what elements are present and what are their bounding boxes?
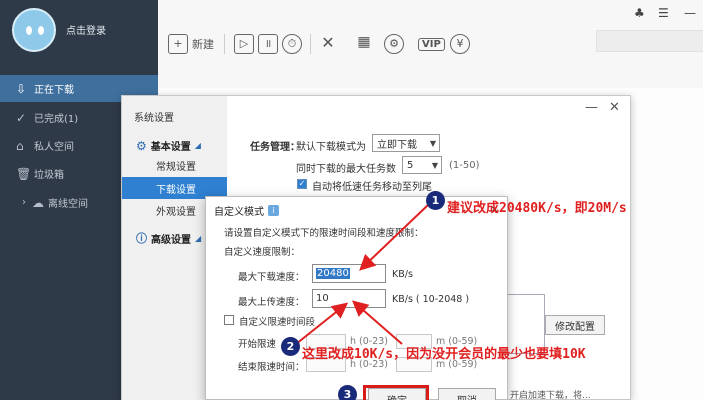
login-link[interactable]: 点击登录 [66,22,106,37]
max-download-label: 最大下载速度： [238,272,305,283]
menu-icon[interactable]: ☰ [658,6,669,20]
default-mode-select[interactable]: 立即下载 ▼ [372,134,440,152]
screenshot-stage: 点击登录 ⇩ 正在下载 ✓ 已完成(1) ⌂ 私人空间 🗑 垃圾箱 › ☁ 离线… [0,0,703,400]
button-label: 修改配置 [555,321,595,333]
annotation-badge-3: 3 [338,385,357,400]
delete-button[interactable]: ✕ [318,32,338,56]
button-label: 取消 [457,392,477,400]
start-button[interactable]: ▷ [234,32,254,56]
speed-limit-heading: 自定义速度限制： [224,247,301,258]
max-tasks-select[interactable]: 5 ▼ [402,156,442,174]
max-download-input[interactable]: 20480 [312,264,386,283]
start-time-label: 开始限速 [238,339,277,350]
custom-dialog-title: 自定义模式 i [214,203,279,218]
avatar[interactable] [12,8,56,52]
minimize-icon[interactable]: — [585,100,598,115]
settings-item-label: 常规设置 [156,161,196,173]
settings-item-label: 下载设置 [156,184,196,196]
sidebar-item-label: 正在下载 [34,85,74,96]
new-file-icon: + [168,34,188,54]
yen-icon: ¥ [450,34,470,54]
chevron-right-icon[interactable]: › [22,197,26,208]
max-upload-label: 最大上传速度： [238,297,305,308]
gear-icon: ⚙ [136,138,147,153]
gear-icon: ⚙ [384,34,404,54]
wallet-button[interactable]: ¥ [450,32,470,56]
sidebar-item-label: 已完成(1) [34,114,79,125]
input-value: 10 [316,293,329,304]
settings-button[interactable]: ⚙ [384,32,404,56]
group-label: 基本设置 [150,142,191,153]
minimize-icon[interactable]: — [684,6,696,20]
trash-icon: 🗑 [16,166,32,181]
sidebar-item-label: 私人空间 [34,142,74,153]
caret-down-icon: ◢ [194,141,201,150]
avatar-eye-icon [38,26,44,35]
delete-icon: ✕ [321,33,335,52]
time-period-label: 自定义限速时间段 [239,317,316,328]
annotation-note-2: 这里改成10K/s，因为没开会员的最少也要填10K [302,347,586,362]
chevron-down-icon: ▼ [431,160,438,170]
task-management-label: 任务管理： [250,142,300,153]
new-task-button[interactable]: + 新建 [168,32,214,56]
caret-down-icon: ◢ [195,233,202,243]
info-icon: i [268,205,279,216]
max-upload-input[interactable]: 10 [312,289,386,308]
default-mode-label: 默认下载模式为 [296,142,366,153]
select-value: 立即下载 [377,139,417,151]
check-circle-icon: ✓ [16,110,27,125]
apps-button[interactable]: ▦ [354,32,374,56]
annotation-badge-2: 2 [281,337,300,356]
toolbar-divider [310,34,311,54]
chevron-down-icon: ▼ [429,138,436,148]
clock-icon: ⏱ [282,34,302,54]
vip-badge: VIP [418,37,445,51]
pause-icon: ॥ [258,34,278,54]
toolbar: ♣ ☰ — + 新建 ▷ ॥ ⏱ ✕ ▦ ⚙ VIP ¥ [158,0,703,88]
settings-title: 系统设置 [134,113,174,124]
skin-icon[interactable]: ♣ [634,6,645,20]
new-task-label: 新建 [192,38,214,51]
annotation-badge-1: 1 [426,191,445,210]
play-icon: ▷ [234,34,254,54]
group-label: 高级设置 [151,234,191,246]
grid-icon: ▦ [357,34,371,50]
modify-config-button[interactable]: 修改配置 [545,315,605,335]
auto-move-label: 自动将低速任务移动至列尾 [312,182,432,193]
max-upload-unit: KB/s ( 10-2048 ) [392,294,470,305]
max-tasks-label: 同时下载的最大任务数 [296,164,396,175]
select-value: 5 [407,159,414,171]
custom-mode-dialog: 自定义模式 i ✕ 请设置自定义模式下的限速时间段和速度限制： 自定义速度限制：… [205,196,508,400]
pause-button[interactable]: ॥ [258,32,278,56]
input-value: 20480 [316,268,350,279]
settings-item-general[interactable]: 常规设置 [122,154,227,176]
auto-move-checkbox[interactable]: ✓ [297,179,307,189]
settings-group-basic[interactable]: ⚙ 基本设置 ◢ [136,138,201,154]
time-period-checkbox[interactable] [224,315,234,325]
speed-limit-button[interactable]: ⏱ [282,32,302,56]
lock-icon: ⌂ [16,138,24,153]
sidebar-item-label: 垃圾箱 [34,170,64,181]
search-input[interactable] [596,30,703,52]
dialog-title-text: 自定义模式 [214,207,264,218]
settings-group-advanced[interactable]: ⓘ 高级设置 ◢ [136,230,201,246]
max-tasks-range: (1-50) [449,160,480,171]
accelerate-hint: 开启加速下载，将... [510,391,591,400]
vip-button[interactable]: VIP [418,32,445,56]
close-icon[interactable]: ✕ [609,100,620,115]
download-icon: ⇩ [16,81,27,96]
toolbar-divider [224,34,225,54]
cancel-button[interactable]: 取消 [438,388,496,400]
max-download-unit: KB/s [392,269,413,280]
instruction-text: 请设置自定义模式下的限速时间段和速度限制： [224,228,424,239]
annotation-note-1: 建议改成20480K/s，即20M/s [447,201,627,216]
avatar-eye-icon [26,26,32,35]
settings-item-label: 外观设置 [156,206,196,218]
end-time-label: 结束限速时间： [238,362,305,373]
ok-button-highlight [363,385,429,400]
info-circle-icon: ⓘ [136,232,147,245]
cloud-icon: ☁ [32,195,44,210]
